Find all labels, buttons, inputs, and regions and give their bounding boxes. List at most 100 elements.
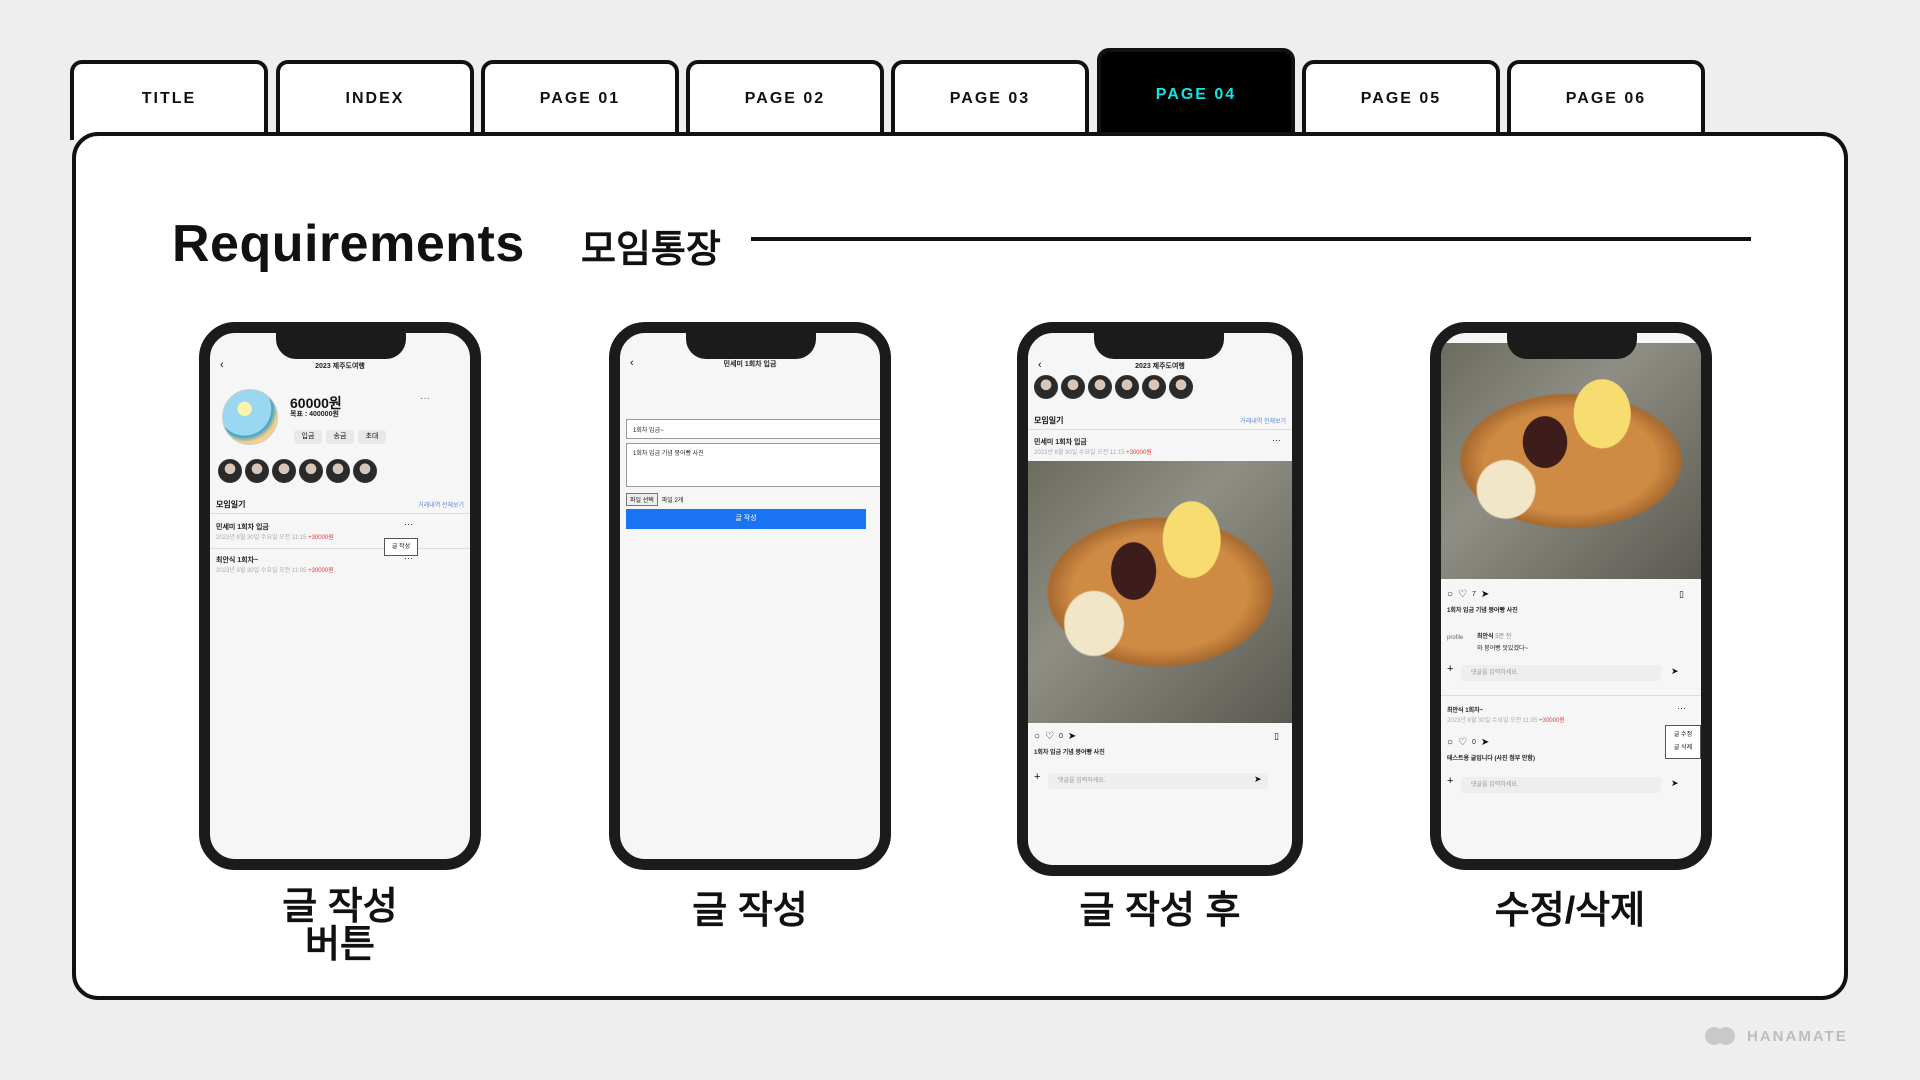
post-caption: 테스트용 글입니다 (사진 첨부 안함) — [1447, 756, 1535, 762]
member-avatar — [353, 459, 377, 483]
post-meta: 2023년 8월 30일 수요일 오전 11:05 +30000원 — [216, 568, 334, 574]
tab-page-06[interactable]: PAGE 06 — [1507, 60, 1705, 140]
body-field[interactable]: 1회차 입금 기념 붕어빵 사진 — [626, 443, 880, 487]
add-icon[interactable]: + — [1447, 775, 1453, 787]
add-icon[interactable]: + — [1447, 663, 1453, 675]
post-title[interactable]: 민세미 1회차 입금 — [216, 522, 269, 532]
like-count: 7 — [1472, 591, 1476, 598]
comment-icon[interactable]: ○ — [1447, 737, 1453, 748]
group-avatar — [222, 389, 278, 445]
add-icon[interactable]: + — [1034, 771, 1040, 783]
member-avatar — [1088, 375, 1112, 399]
send-icon[interactable]: ➤ — [1254, 774, 1262, 785]
tab-page-02[interactable]: PAGE 02 — [686, 60, 884, 140]
tab-page-05[interactable]: PAGE 05 — [1302, 60, 1500, 140]
post-meta: 2023년 8월 30일 수요일 오전 11:15 +30000원 — [216, 535, 334, 541]
post-photo — [1028, 461, 1292, 723]
post-title: 최안식 1회차~ — [1447, 708, 1484, 714]
tab-title[interactable]: TITLE — [70, 60, 268, 140]
file-select-button[interactable]: 파일 선택 — [626, 493, 658, 506]
tab-index[interactable]: INDEX — [276, 60, 474, 140]
share-icon[interactable]: ➤ — [1481, 737, 1489, 748]
comment-icon[interactable]: ○ — [1447, 589, 1453, 600]
divider — [1028, 429, 1292, 430]
divider — [1441, 695, 1701, 696]
caption-edit-delete: 수정/삭제 — [1494, 890, 1646, 932]
tab-page-04[interactable]: PAGE 04 — [1097, 48, 1295, 140]
heart-icon[interactable]: ♡ — [1458, 737, 1467, 748]
logo-text: HANAMATE — [1747, 1027, 1848, 1045]
section-diary: 모임일기 — [216, 500, 246, 509]
goal-amount: 목표 : 400000원 — [290, 411, 339, 418]
comment-input[interactable]: 댓글을 입력하세요. — [1048, 773, 1268, 789]
caption-write-button: 글 작성 버튼 — [240, 888, 440, 964]
post-photo — [1441, 343, 1701, 579]
logo-mark — [1705, 1027, 1737, 1045]
hanamate-logo: HANAMATE — [1705, 1027, 1848, 1045]
group-title: 2023 제주도여행 — [315, 363, 365, 370]
more-icon[interactable]: ··· — [420, 393, 430, 404]
member-avatar — [326, 459, 350, 483]
tab-page-03[interactable]: PAGE 03 — [891, 60, 1089, 140]
file-count: 파일 2개 — [661, 498, 684, 504]
member-avatar — [1034, 375, 1058, 399]
post-actions: ○ ♡ 7 ➤ — [1447, 589, 1489, 600]
heart-icon[interactable]: ♡ — [1045, 731, 1054, 742]
tab-page-01[interactable]: PAGE 01 — [481, 60, 679, 140]
section-diary: 모임일기 — [1034, 416, 1064, 425]
post-menu-icon[interactable]: ··· — [1677, 703, 1686, 713]
member-avatar — [245, 459, 269, 483]
comment-text: 와 붕어빵 맛있겠다~ — [1477, 646, 1528, 652]
member-avatar — [1169, 375, 1193, 399]
member-avatar — [1142, 375, 1166, 399]
bookmark-icon[interactable]: ▯ — [1679, 589, 1684, 600]
phone-notch — [1507, 333, 1637, 359]
phone-notch — [276, 333, 406, 359]
comment-input[interactable]: 댓글을 입력하세요. — [1461, 777, 1661, 793]
submit-button[interactable]: 글 작성 — [626, 509, 866, 529]
view-all-link[interactable]: 거래내역 전체보기 — [1240, 416, 1286, 425]
post-actions: ○ ♡ 0 ➤ — [1447, 737, 1489, 748]
member-avatar — [299, 459, 323, 483]
group-title: 2023 제주도여행 — [1135, 363, 1185, 370]
delete-button[interactable]: 글 삭제 — [1666, 742, 1700, 755]
phone-write-button: ‹ 2023 제주도여행 60000원 목표 : 400000원 ··· 입금 송… — [199, 322, 481, 870]
phone-edit-delete: ○ ♡ 7 ➤ ▯ 1회차 입금 기념 붕어빵 사진 profile 최안식 5… — [1430, 322, 1712, 870]
bookmark-icon[interactable]: ▯ — [1274, 731, 1279, 742]
like-count: 0 — [1472, 739, 1476, 746]
post-actions: ○ ♡ 0 ➤ — [1034, 731, 1076, 742]
heart-icon[interactable]: ♡ — [1458, 589, 1467, 600]
title-field[interactable]: 1회차 입금~ — [626, 419, 880, 439]
caption-line: 버튼 — [305, 924, 375, 966]
comment-input[interactable]: 댓글을 입력하세요. — [1461, 665, 1661, 681]
post-title[interactable]: 최안식 1회차~ — [216, 555, 258, 565]
page-subtitle: 모임통장 — [581, 229, 721, 271]
transfer-chip[interactable]: 송금 — [326, 430, 354, 444]
send-icon[interactable]: ➤ — [1671, 666, 1679, 677]
content-panel: Requirements 모임통장 ‹ 2023 제주도여행 60000원 목표… — [72, 132, 1848, 1000]
send-icon[interactable]: ➤ — [1671, 778, 1679, 789]
title-divider — [751, 237, 1751, 241]
phone-after-write: ‹ 2023 제주도여행 모임일기 거래내역 전체보기 민세미 1회차 입금 2… — [1017, 322, 1303, 876]
edit-button[interactable]: 글 수정 — [1666, 729, 1700, 742]
share-icon[interactable]: ➤ — [1481, 589, 1489, 600]
member-avatar — [218, 459, 242, 483]
view-all-link[interactable]: 거래내역 전체보기 — [418, 500, 464, 509]
write-popup[interactable]: 글 작성 — [384, 538, 418, 556]
share-icon[interactable]: ➤ — [1068, 731, 1076, 742]
like-count: 0 — [1059, 733, 1063, 740]
edit-delete-popup: 글 수정 글 삭제 — [1665, 725, 1701, 759]
post-menu-icon[interactable]: ··· — [404, 519, 413, 529]
caption-write: 글 작성 — [692, 890, 808, 932]
page-heading: 민세미 1회차 입금 — [723, 361, 777, 368]
invite-chip[interactable]: 초대 — [358, 430, 386, 444]
comment-icon[interactable]: ○ — [1034, 731, 1040, 742]
member-avatars — [1034, 375, 1193, 399]
post-menu-icon[interactable]: ··· — [1272, 435, 1281, 445]
phone-write: ‹ 민세미 1회차 입금 1회차 입금~ 1회차 입금 기념 붕어빵 사진 파일… — [609, 322, 891, 870]
deposit-chip[interactable]: 입금 — [294, 430, 322, 444]
file-picker: 파일 선택 파일 2개 — [626, 493, 683, 506]
post-meta: 2023년 8월 30일 수요일 오전 11:15 +30000원 — [1034, 450, 1152, 456]
post-meta: 2023년 8월 30일 수요일 오전 11:05 +30000원 — [1447, 718, 1565, 724]
member-avatar — [272, 459, 296, 483]
